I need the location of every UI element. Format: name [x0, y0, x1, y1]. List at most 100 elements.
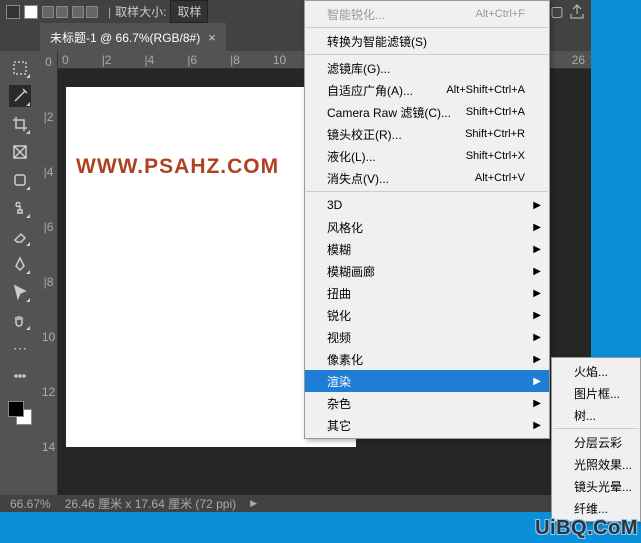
eraser-tool[interactable] [9, 225, 31, 247]
menu-item-label: 消失点(V)... [327, 170, 389, 187]
menu-item-label: 纤维... [574, 500, 608, 517]
menu-item-label: 自适应广角(A)... [327, 82, 413, 99]
menu-separator [553, 428, 639, 429]
menu-item-label: 智能锐化... [327, 6, 385, 23]
edit-toolbar[interactable] [9, 365, 31, 387]
chevron-right-icon: ▶ [533, 266, 541, 277]
zoom-level[interactable]: 66.67% [10, 497, 51, 511]
magic-wand-tool[interactable] [9, 85, 31, 107]
document-tab[interactable]: 未标题-1 @ 66.7%(RGB/8#) × [40, 23, 226, 52]
menu-item[interactable]: 其它▶ [305, 414, 549, 436]
menu-item[interactable]: 像素化▶ [305, 348, 549, 370]
mode-icons[interactable] [42, 6, 68, 18]
menu-item[interactable]: 分层云彩 [552, 431, 640, 453]
menu-item-label: 杂色 [327, 395, 351, 412]
menu-item-label: 模糊画廊 [327, 263, 375, 280]
chevron-right-icon: ▶ [533, 332, 541, 343]
menu-item-label: 转换为智能滤镜(S) [327, 33, 427, 50]
sample-size-dropdown[interactable]: 取样 [170, 0, 208, 23]
menu-item[interactable]: 扭曲▶ [305, 282, 549, 304]
menu-item-label: 滤镜库(G)... [327, 60, 390, 77]
menu-item-label: 火焰... [574, 363, 608, 380]
menu-item-shortcut: Alt+Shift+Ctrl+A [446, 84, 525, 96]
menu-item-shortcut: Shift+Ctrl+A [466, 106, 525, 118]
menu-item-label: 风格化 [327, 219, 363, 236]
path-select-tool[interactable] [9, 281, 31, 303]
menu-item[interactable]: 自适应广角(A)... Alt+Shift+Ctrl+A [305, 79, 549, 101]
menu-item-label: 镜头校正(R)... [327, 126, 402, 143]
chevron-right-icon: ▶ [533, 376, 541, 387]
menu-item[interactable]: 消失点(V)... Alt+Ctrl+V [305, 167, 549, 189]
chevron-right-icon: ▶ [533, 244, 541, 255]
menu-item[interactable]: 3D▶ [305, 194, 549, 216]
menu-item: 智能锐化... Alt+Ctrl+F [305, 3, 549, 25]
menu-item-label: 渲染 [327, 373, 351, 390]
menu-item-label: 液化(L)... [327, 148, 376, 165]
menu-separator [306, 27, 548, 28]
menu-item[interactable]: 模糊画廊 ▶ [305, 260, 549, 282]
menu-item-label: 锐化 [327, 307, 351, 324]
menu-item[interactable]: 液化(L)... Shift+Ctrl+X [305, 145, 549, 167]
menu-item-label: 图片框... [574, 385, 620, 402]
divider: | [108, 5, 111, 19]
mode-icons-2[interactable] [72, 6, 98, 18]
menu-item[interactable]: 模糊▶ [305, 238, 549, 260]
chevron-right-icon: ▶ [533, 288, 541, 299]
view-icon[interactable]: ▢ [549, 4, 565, 20]
status-bar: 66.67% 26.46 厘米 x 17.64 厘米 (72 ppi) ▶ [0, 495, 591, 512]
foreground-color[interactable] [8, 401, 24, 417]
menu-item-shortcut: Shift+Ctrl+X [466, 150, 525, 162]
menu-item[interactable]: 锐化 ▶ [305, 304, 549, 326]
menu-item[interactable]: 转换为智能滤镜(S) [305, 30, 549, 52]
menu-item-shortcut: Alt+Ctrl+F [475, 8, 525, 20]
menu-item[interactable]: 纤维... [552, 497, 640, 519]
menu-item-label: 树... [574, 407, 596, 424]
stamp-tool[interactable] [9, 197, 31, 219]
menu-separator [306, 54, 548, 55]
menu-item-shortcut: Shift+Ctrl+R [465, 128, 525, 140]
watermark-text: WWW.PSAHZ.COM [76, 155, 279, 179]
tool-palette: ⋯ [0, 51, 40, 495]
menu-item[interactable]: 图片框... [552, 382, 640, 404]
color-swatch[interactable] [8, 401, 32, 425]
square-icon-filled[interactable] [24, 5, 38, 19]
menu-item[interactable]: 杂色▶ [305, 392, 549, 414]
site-watermark: UiBQ.CoM [535, 517, 638, 540]
menu-item[interactable]: 镜头光晕... [552, 475, 640, 497]
chevron-right-icon: ▶ [533, 310, 541, 321]
chevron-right-icon: ▶ [533, 200, 541, 211]
menu-item-label: 分层云彩 [574, 434, 622, 451]
close-icon[interactable]: × [208, 30, 216, 45]
marquee-tool[interactable] [9, 57, 31, 79]
menu-item[interactable]: 滤镜库(G)... [305, 57, 549, 79]
menu-item-shortcut: Alt+Ctrl+V [475, 172, 525, 184]
render-submenu[interactable]: 火焰... 图片框... 树... 分层云彩光照效果... 镜头光晕... 纤维... [551, 357, 641, 522]
menu-item-label: 镜头光晕... [574, 478, 632, 495]
menu-item-label: 光照效果... [574, 456, 632, 473]
menu-item[interactable]: 渲染 ▶ [305, 370, 549, 392]
chevron-right-icon: ▶ [533, 354, 541, 365]
menu-separator [306, 191, 548, 192]
menu-item[interactable]: 光照效果... [552, 453, 640, 475]
menu-item[interactable]: 风格化▶ [305, 216, 549, 238]
document-tab-title: 未标题-1 @ 66.7%(RGB/8#) [50, 29, 200, 46]
more-tool[interactable]: ⋯ [9, 337, 31, 359]
menu-item[interactable]: 火焰... [552, 360, 640, 382]
sample-size-label: 取样大小: [115, 3, 166, 20]
share-icon[interactable] [569, 4, 585, 20]
chevron-right-icon[interactable]: ▶ [250, 498, 257, 509]
menu-item-label: 其它 [327, 417, 351, 434]
menu-item[interactable]: 树... [552, 404, 640, 426]
menu-item[interactable]: 视频 ▶ [305, 326, 549, 348]
square-icon[interactable] [6, 5, 20, 19]
menu-item-label: 视频 [327, 329, 351, 346]
menu-item[interactable]: Camera Raw 滤镜(C)...Shift+Ctrl+A [305, 101, 549, 123]
ruler-vertical: 0 |2 |4 |6 |8 10 12 14 [40, 51, 58, 495]
frame-tool[interactable] [9, 141, 31, 163]
filter-menu[interactable]: 智能锐化... Alt+Ctrl+F 转换为智能滤镜(S) 滤镜库(G)... 自适应广… [304, 0, 550, 439]
hand-tool[interactable] [9, 309, 31, 331]
pen-tool[interactable] [9, 253, 31, 275]
menu-item[interactable]: 镜头校正(R)... Shift+Ctrl+R [305, 123, 549, 145]
crop-tool[interactable] [9, 113, 31, 135]
healing-brush-tool[interactable] [9, 169, 31, 191]
